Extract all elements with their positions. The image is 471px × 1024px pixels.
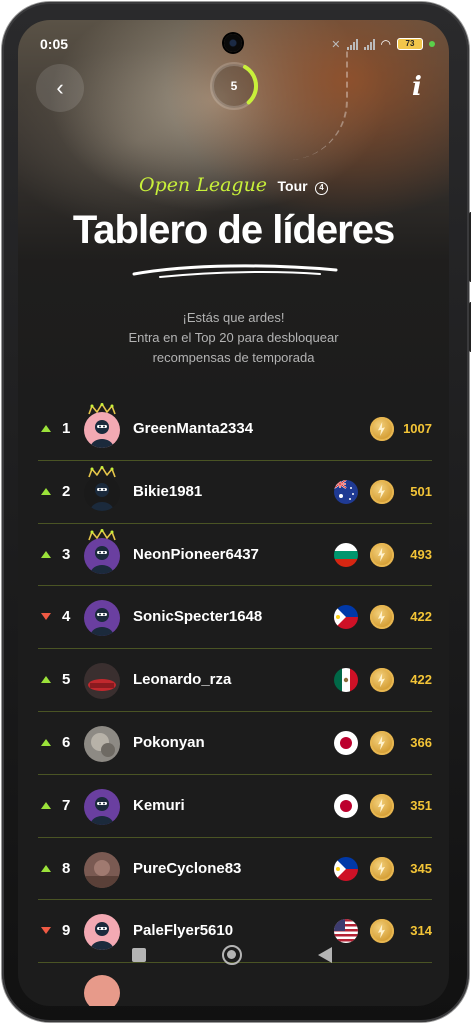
player-points: 366 — [410, 734, 432, 750]
flag-philippines-icon — [334, 605, 358, 630]
trend-up-icon — [41, 864, 51, 872]
avatar — [84, 474, 120, 511]
leaderboard-row[interactable]: 1 GreenManta2334 1007 — [38, 398, 432, 461]
wifi-icon: ◠ — [380, 37, 391, 51]
trend-up-icon — [41, 550, 51, 558]
rank-number: 6 — [62, 733, 71, 751]
player-name: Pokonyan — [133, 733, 205, 751]
trend-up-icon — [41, 676, 51, 684]
league-line: Open League Tour 4 — [18, 174, 449, 196]
rank-number: 4 — [62, 608, 71, 626]
player-name: Bikie1981 — [133, 482, 203, 500]
title-underline — [132, 264, 338, 278]
coin-icon — [370, 605, 394, 630]
mute-icon: ✕ — [331, 38, 341, 51]
trend-down-icon — [41, 927, 51, 935]
player-points: 345 — [410, 860, 432, 876]
chevron-left-icon: ‹ — [56, 75, 64, 100]
flag-australia-icon — [334, 479, 358, 504]
player-points: 1007 — [403, 421, 432, 436]
coin-icon — [370, 479, 394, 504]
flag-philippines-icon — [334, 856, 358, 881]
coin-icon — [370, 793, 394, 818]
rank-number: 8 — [62, 859, 71, 877]
leaderboard-row[interactable]: 3 NeonPioneer6437 493 — [38, 524, 432, 587]
rank-number: 5 — [62, 671, 71, 689]
avatar — [84, 663, 120, 700]
avatar — [84, 412, 120, 448]
player-points: 422 — [410, 672, 432, 688]
subtitle-line: Entra en el Top 20 para desbloquear — [128, 330, 339, 345]
player-points: 422 — [410, 609, 432, 625]
rank-number: 2 — [62, 482, 71, 500]
status-time: 0:05 — [40, 36, 69, 52]
trend-up-icon — [41, 801, 51, 809]
coin-icon — [370, 668, 394, 693]
system-back-button[interactable] — [318, 947, 332, 963]
app-screen: 0:05 ✕ ◠ 73 ‹ 5 i Open League Tour 4 Tab… — [18, 20, 449, 1006]
player-name: PaleFlyer5610 — [133, 922, 234, 940]
flag-japan-icon — [334, 730, 358, 755]
player-name: PureCyclone83 — [133, 859, 242, 877]
rank-number: 7 — [62, 796, 71, 814]
info-button[interactable]: i — [405, 72, 429, 102]
tour-label: Tour — [277, 178, 308, 194]
coin-icon — [370, 856, 394, 881]
flag-mexico-icon — [334, 668, 358, 693]
rank-number: 3 — [62, 545, 71, 563]
leaderboard-row[interactable]: 4 SonicSpecter1648 422 — [38, 586, 432, 650]
player-points: 351 — [410, 797, 432, 813]
rank-number: 1 — [62, 420, 71, 437]
player-name: Leonardo_rza — [133, 671, 232, 689]
camera-cutout — [224, 34, 242, 52]
info-icon: i — [412, 72, 422, 102]
page-title: Tablero de líderes — [72, 208, 395, 252]
avatar — [84, 788, 120, 825]
coin-icon — [370, 417, 394, 441]
tour-number: 4 — [315, 182, 329, 195]
avatar — [84, 851, 120, 888]
flag-bulgaria-icon — [334, 542, 358, 567]
tour-progress[interactable]: 5 — [208, 60, 260, 112]
avatar — [84, 725, 120, 762]
avatar — [84, 600, 120, 637]
subtitle-line: recompensas de temporada — [152, 350, 315, 365]
player-name: SonicSpecter1648 — [133, 608, 263, 626]
leaderboard-row[interactable]: 5 Leonardo_rza 422 — [38, 649, 432, 712]
battery-icon: 73 — [397, 38, 423, 50]
leaderboard-list: 1 GreenManta2334 1007 2 Bikie1981 501 3 NeonPio… — [38, 398, 432, 964]
privacy-dot-icon — [429, 41, 435, 47]
back-button[interactable]: ‹ — [36, 64, 84, 112]
player-points: 314 — [410, 923, 432, 939]
leaderboard-row[interactable]: 2 Bikie1981 501 — [38, 461, 432, 524]
trend-up-icon — [41, 425, 51, 432]
flag-japan-icon — [334, 793, 358, 818]
avatar — [84, 975, 120, 1006]
trend-up-icon — [41, 738, 51, 746]
signal-icon — [346, 38, 358, 50]
player-name: Kemuri — [133, 796, 185, 814]
player-points: 493 — [410, 546, 432, 562]
subtitle-line: ¡Estás que ardes! — [182, 310, 285, 325]
home-button[interactable] — [222, 945, 242, 965]
coin-icon — [370, 542, 394, 567]
leaderboard-row[interactable]: 6 Pokonyan 366 — [38, 712, 432, 775]
trend-up-icon — [41, 487, 51, 495]
signal-icon-2 — [363, 38, 375, 50]
player-name: NeonPioneer6437 — [133, 545, 259, 563]
subtitle: ¡Estás que ardes! Entra en el Top 20 par… — [18, 308, 449, 368]
leaderboard-row[interactable]: 8 PureCyclone83 345 — [38, 838, 432, 901]
leaderboard-row[interactable]: 7 Kemuri 351 — [38, 775, 432, 838]
avatar — [84, 537, 120, 574]
coin-icon — [370, 730, 394, 755]
rank-number: 9 — [62, 922, 71, 940]
player-name: GreenManta2334 — [133, 420, 254, 437]
system-nav-bar — [18, 938, 449, 972]
player-points: 501 — [410, 483, 432, 499]
trend-down-icon — [41, 613, 51, 621]
recent-apps-button[interactable] — [132, 948, 146, 962]
league-name: Open League — [138, 174, 268, 196]
status-icons: ✕ ◠ 73 — [331, 37, 435, 51]
progress-value: 5 — [230, 79, 238, 93]
